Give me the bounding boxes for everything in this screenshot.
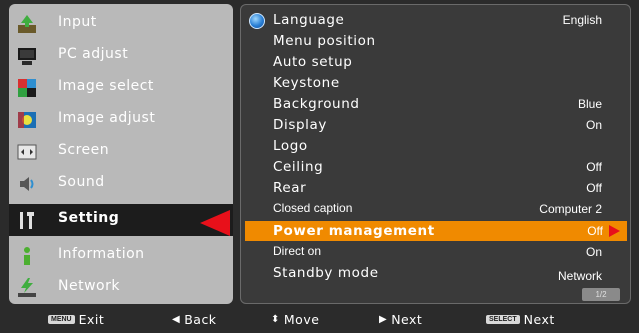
menu-key-icon: MENU bbox=[48, 315, 75, 324]
projector-osd: Input PC adjust Image select Image adjus… bbox=[0, 0, 639, 333]
setting-submenu: Language English Menu position Auto setu… bbox=[240, 4, 631, 304]
setting-row-direct-on[interactable]: Direct on On bbox=[241, 242, 630, 262]
menu-item-sound[interactable]: Sound bbox=[9, 168, 233, 200]
setting-row-background[interactable]: Background Blue bbox=[241, 94, 630, 114]
information-icon bbox=[24, 247, 30, 265]
setting-row-keystone[interactable]: Keystone bbox=[241, 73, 630, 93]
menu-item-network[interactable]: Network bbox=[9, 272, 233, 304]
setting-row-rear[interactable]: Rear Off bbox=[241, 178, 630, 198]
menu-item-pc-adjust[interactable]: PC adjust bbox=[9, 40, 233, 72]
setting-icon bbox=[20, 212, 34, 229]
pc-adjust-icon bbox=[18, 48, 36, 65]
main-menu: Input PC adjust Image select Image adjus… bbox=[9, 4, 233, 304]
network-icon bbox=[18, 278, 36, 297]
arrow-up-down-icon: ⬍ bbox=[271, 314, 280, 325]
hint-back: ◀ Back bbox=[172, 312, 217, 327]
hint-move: ⬍ Move bbox=[271, 312, 320, 327]
setting-row-auto-setup[interactable]: Auto setup bbox=[241, 52, 630, 72]
menu-item-image-select[interactable]: Image select bbox=[9, 72, 233, 104]
menu-item-input[interactable]: Input bbox=[9, 8, 233, 40]
image-adjust-icon bbox=[18, 112, 36, 128]
setting-row-standby-mode[interactable]: Standby mode Network bbox=[241, 263, 630, 283]
globe-icon bbox=[249, 13, 265, 29]
input-icon bbox=[18, 15, 36, 33]
image-select-icon bbox=[18, 79, 36, 97]
bottom-hint-bar: MENU Exit ◀ Back ⬍ Move ▶ Next SELECT Ne… bbox=[0, 309, 639, 333]
arrow-right-icon: ▶ bbox=[379, 314, 388, 325]
selection-pointer bbox=[200, 210, 230, 236]
menu-item-information[interactable]: Information bbox=[9, 240, 233, 272]
hint-next: ▶ Next bbox=[379, 312, 423, 327]
screen-icon bbox=[17, 144, 37, 160]
menu-item-image-adjust[interactable]: Image adjust bbox=[9, 104, 233, 136]
setting-row-closed-caption[interactable]: Closed caption Computer 2 bbox=[241, 199, 630, 219]
hint-select-next: SELECT Next bbox=[486, 312, 555, 327]
setting-row-power-management[interactable]: Power management Off bbox=[245, 221, 627, 241]
menu-item-screen[interactable]: Screen bbox=[9, 136, 233, 168]
page-indicator: 1/2 bbox=[582, 288, 620, 301]
sound-icon bbox=[20, 177, 34, 191]
setting-row-language[interactable]: Language English bbox=[241, 10, 630, 30]
setting-row-logo[interactable]: Logo bbox=[241, 136, 630, 156]
arrow-left-icon: ◀ bbox=[172, 314, 181, 325]
setting-row-display[interactable]: Display On bbox=[241, 115, 630, 135]
hint-exit: MENU Exit bbox=[48, 312, 104, 327]
setting-row-ceiling[interactable]: Ceiling Off bbox=[241, 157, 630, 177]
setting-row-menu-position[interactable]: Menu position bbox=[241, 31, 630, 51]
arrow-right-icon bbox=[609, 225, 620, 237]
select-key-icon: SELECT bbox=[486, 315, 520, 324]
